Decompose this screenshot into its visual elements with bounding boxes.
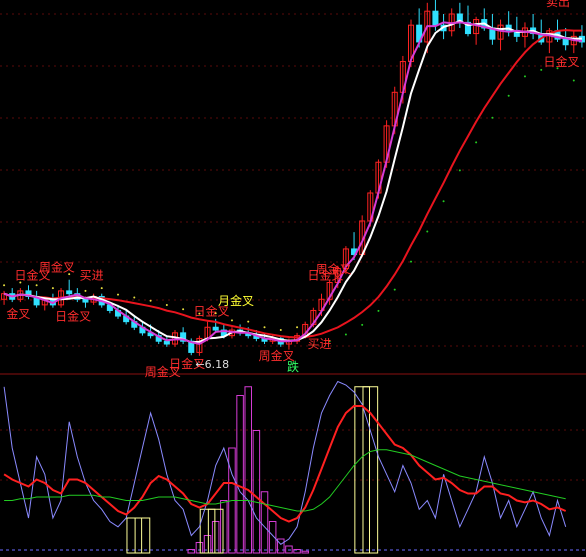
sar-dot	[458, 169, 461, 172]
signal-label: 金叉	[6, 306, 30, 321]
sar-dot	[100, 287, 103, 290]
sar-dot	[263, 326, 266, 329]
candle-body	[82, 298, 89, 303]
sar-dot	[393, 288, 396, 291]
signal-label: 买进	[80, 269, 104, 283]
sar-dot	[117, 293, 120, 296]
stock-chart: 日金叉 日金叉 周金叉 金叉 买进 周金叉 日金叉 日金叉 月金叉 周金叉 日金叉 买进 周金叉 日金叉卖…	[0, 0, 586, 557]
signal-label: 日金叉	[55, 308, 91, 323]
osc-bar-yellow	[126, 517, 143, 554]
sar-dot	[165, 304, 168, 307]
osc-bar-yellow	[362, 386, 379, 554]
signal-label: 卖出	[546, 0, 570, 9]
sar-dot	[182, 308, 185, 311]
osc-bar-magenta	[244, 386, 252, 554]
sar-dot	[133, 296, 136, 299]
sar-dot	[426, 230, 429, 233]
signal-label: 周金叉	[316, 262, 352, 277]
ma-fast-line	[3, 21, 583, 346]
ma-long-line	[3, 29, 582, 339]
candle-body	[562, 38, 569, 46]
sar-dot	[296, 326, 299, 329]
sar-dot	[572, 79, 575, 82]
signal-labels: 日金叉日金叉周金叉金叉买进周金叉日金叉日金叉月金叉周金叉日金叉买进周金叉日金叉卖…	[6, 0, 579, 379]
candle-body	[212, 326, 219, 331]
sar-dot	[84, 289, 87, 292]
osc-bar-magenta	[301, 550, 309, 554]
ma-short-line	[3, 19, 582, 344]
sar-dot	[377, 309, 380, 312]
signal-label: 周金叉	[39, 260, 75, 275]
sar-dot	[410, 260, 413, 263]
candle-body	[163, 340, 170, 345]
sar-dot	[247, 320, 250, 323]
candle-body	[66, 290, 73, 295]
candlestick-series	[1, 0, 585, 356]
sar-dot	[3, 284, 6, 287]
oscillator-center-label: 跌	[287, 359, 299, 374]
osc-line-d	[3, 405, 567, 523]
sar-dot	[361, 323, 364, 326]
signal-label: 月金叉	[218, 293, 254, 308]
sar-dot	[442, 200, 445, 203]
candle-body	[432, 10, 439, 26]
sar-dot	[475, 141, 478, 144]
chart-canvas: 日金叉日金叉周金叉金叉买进周金叉日金叉日金叉月金叉周金叉日金叉买进周金叉日金叉卖…	[0, 0, 586, 554]
sar-dot	[523, 75, 526, 78]
signal-label: 买进	[307, 337, 331, 351]
sar-dot	[149, 299, 152, 302]
osc-bar-magenta	[220, 500, 228, 554]
moving-average-lines	[3, 19, 583, 346]
sar-dot	[540, 68, 543, 71]
sar-dot	[35, 284, 38, 287]
osc-bar-magenta	[211, 521, 220, 554]
oscillator-panel: 跌	[3, 359, 567, 554]
sar-dot	[230, 319, 233, 322]
osc-line-j	[4, 449, 566, 512]
sar-dots	[3, 67, 575, 347]
osc-bar-magenta	[252, 430, 261, 554]
sar-dot	[279, 329, 282, 332]
min-price-label: ←6.18	[195, 358, 229, 371]
osc-bar-magenta	[195, 542, 204, 554]
signal-label: 日金叉	[544, 54, 580, 69]
sar-dot	[507, 94, 510, 97]
osc-bar-magenta	[236, 395, 244, 554]
osc-bar-yellow	[134, 517, 151, 554]
sar-dot	[491, 116, 494, 119]
sar-dot	[344, 333, 347, 336]
sar-dot	[51, 287, 54, 290]
